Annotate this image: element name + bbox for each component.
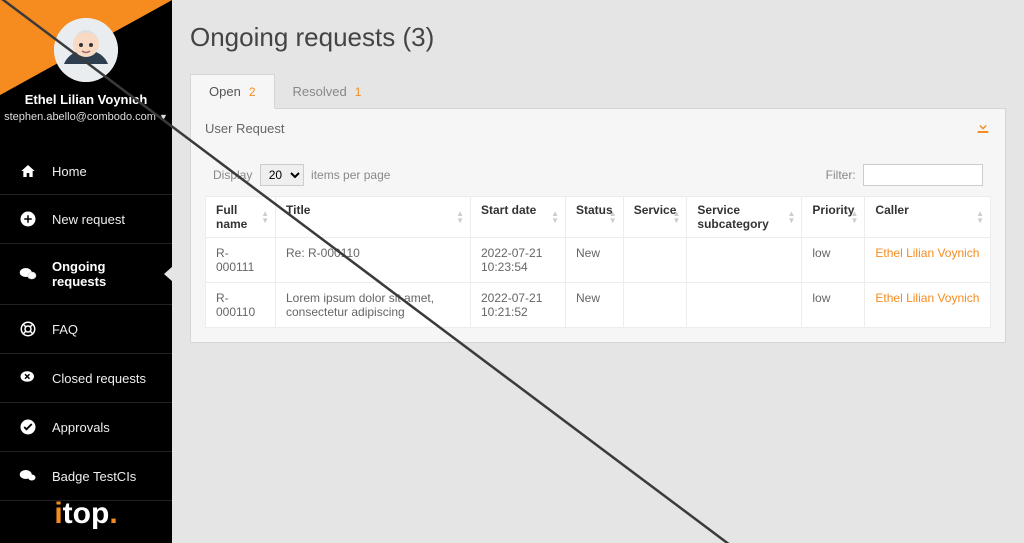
chevron-down-icon: ▼ bbox=[159, 112, 168, 122]
avatar[interactable] bbox=[54, 18, 118, 82]
panel-title: User Request bbox=[205, 121, 284, 136]
col-service[interactable]: Service▲▼ bbox=[623, 197, 687, 238]
sort-icon: ▲▼ bbox=[850, 210, 858, 224]
request-table: Full name▲▼ Title▲▼ Start date▲▼ Status▲… bbox=[205, 196, 991, 328]
cell-title: Lorem ipsum dolor sit amet, consectetur … bbox=[276, 283, 471, 328]
cell-full-name: R-000111 bbox=[206, 238, 276, 283]
sidebar-item-label: FAQ bbox=[52, 322, 78, 337]
cell-caller[interactable]: Ethel Lilian Voynich bbox=[865, 283, 991, 328]
check-circle-icon bbox=[18, 418, 38, 436]
tab-resolved[interactable]: Resolved 1 bbox=[275, 74, 380, 109]
tab-label: Open bbox=[209, 84, 241, 99]
table-header-row: Full name▲▼ Title▲▼ Start date▲▼ Status▲… bbox=[206, 197, 991, 238]
sidebar-item-ongoing-requests[interactable]: Ongoing requests bbox=[0, 244, 172, 305]
home-icon bbox=[18, 163, 38, 179]
cell-service bbox=[623, 238, 687, 283]
sort-icon: ▲▼ bbox=[551, 210, 559, 224]
tab-label: Resolved bbox=[293, 84, 347, 99]
comment-x-icon bbox=[18, 369, 38, 387]
display-label: Display bbox=[213, 168, 252, 182]
cell-service bbox=[623, 283, 687, 328]
col-caller[interactable]: Caller▲▼ bbox=[865, 197, 991, 238]
life-ring-icon bbox=[18, 320, 38, 338]
col-priority[interactable]: Priority▲▼ bbox=[802, 197, 865, 238]
table-row[interactable]: R-000111 Re: R-000110 2022-07-21 10:23:5… bbox=[206, 238, 991, 283]
sort-icon: ▲▼ bbox=[976, 210, 984, 224]
sidebar-item-closed-requests[interactable]: Closed requests bbox=[0, 354, 172, 403]
sidebar-item-label: Approvals bbox=[52, 420, 110, 435]
cell-subcat bbox=[687, 283, 802, 328]
sidebar-item-label: Closed requests bbox=[52, 371, 146, 386]
user-name: Ethel Lilian Voynich bbox=[0, 92, 172, 107]
tabs: Open 2 Resolved 1 bbox=[190, 73, 1006, 109]
cell-status: New bbox=[566, 238, 624, 283]
sidebar-item-approvals[interactable]: Approvals bbox=[0, 403, 172, 452]
filter-input[interactable] bbox=[863, 164, 983, 186]
col-title[interactable]: Title▲▼ bbox=[276, 197, 471, 238]
sort-icon: ▲▼ bbox=[672, 210, 680, 224]
cell-title: Re: R-000110 bbox=[276, 238, 471, 283]
sidebar-item-new-request[interactable]: New request bbox=[0, 195, 172, 244]
plus-circle-icon bbox=[18, 210, 38, 228]
table-controls: Display 20 items per page Filter: bbox=[205, 144, 991, 196]
page-size-control: Display 20 items per page bbox=[213, 164, 390, 186]
per-page-label: items per page bbox=[311, 168, 390, 182]
filter-label: Filter: bbox=[826, 168, 856, 182]
avatar-image bbox=[54, 18, 118, 82]
sidebar-item-label: New request bbox=[52, 212, 125, 227]
cell-status: New bbox=[566, 283, 624, 328]
cell-start-date: 2022-07-21 10:23:54 bbox=[471, 238, 566, 283]
col-start-date[interactable]: Start date▲▼ bbox=[471, 197, 566, 238]
sidebar: Ethel Lilian Voynich stephen.abello@comb… bbox=[0, 0, 172, 543]
sidebar-item-home[interactable]: Home bbox=[0, 148, 172, 195]
user-info[interactable]: Ethel Lilian Voynich stephen.abello@comb… bbox=[0, 92, 172, 123]
page-title: Ongoing requests (3) bbox=[190, 22, 1006, 53]
sidebar-item-faq[interactable]: FAQ bbox=[0, 305, 172, 354]
user-email: stephen.abello@combodo.com ▼ bbox=[4, 111, 168, 123]
table-row[interactable]: R-000110 Lorem ipsum dolor sit amet, con… bbox=[206, 283, 991, 328]
download-icon[interactable] bbox=[975, 119, 991, 138]
col-full-name[interactable]: Full name▲▼ bbox=[206, 197, 276, 238]
cell-priority: low bbox=[802, 238, 865, 283]
col-status[interactable]: Status▲▼ bbox=[566, 197, 624, 238]
sidebar-item-label: Ongoing requests bbox=[52, 259, 154, 289]
sort-icon: ▲▼ bbox=[609, 210, 617, 224]
cell-priority: low bbox=[802, 283, 865, 328]
page-size-select[interactable]: 20 bbox=[260, 164, 304, 186]
sort-icon: ▲▼ bbox=[456, 210, 464, 224]
cell-start-date: 2022-07-21 10:21:52 bbox=[471, 283, 566, 328]
tab-count: 2 bbox=[249, 85, 256, 99]
panel: User Request Display 20 items per page F… bbox=[190, 109, 1006, 343]
sidebar-item-label: Home bbox=[52, 164, 87, 179]
filter-control: Filter: bbox=[826, 164, 983, 186]
tab-open[interactable]: Open 2 bbox=[190, 74, 275, 109]
tab-count: 1 bbox=[355, 85, 362, 99]
comments-icon bbox=[18, 265, 38, 283]
logo: itop. bbox=[0, 497, 172, 531]
main: Ongoing requests (3) Open 2 Resolved 1 U… bbox=[172, 0, 1024, 543]
sidebar-item-label: Badge TestCIs bbox=[52, 469, 136, 484]
cell-subcat bbox=[687, 238, 802, 283]
col-subcategory[interactable]: Service subcategory▲▼ bbox=[687, 197, 802, 238]
panel-header: User Request bbox=[205, 119, 991, 144]
nav: Home New request Ongoing requests FAQ Cl… bbox=[0, 148, 172, 501]
cell-full-name: R-000110 bbox=[206, 283, 276, 328]
sort-icon: ▲▼ bbox=[261, 210, 269, 224]
cell-caller[interactable]: Ethel Lilian Voynich bbox=[865, 238, 991, 283]
comments-icon bbox=[18, 467, 38, 485]
sidebar-item-badge-testcis[interactable]: Badge TestCIs bbox=[0, 452, 172, 501]
sort-icon: ▲▼ bbox=[787, 210, 795, 224]
